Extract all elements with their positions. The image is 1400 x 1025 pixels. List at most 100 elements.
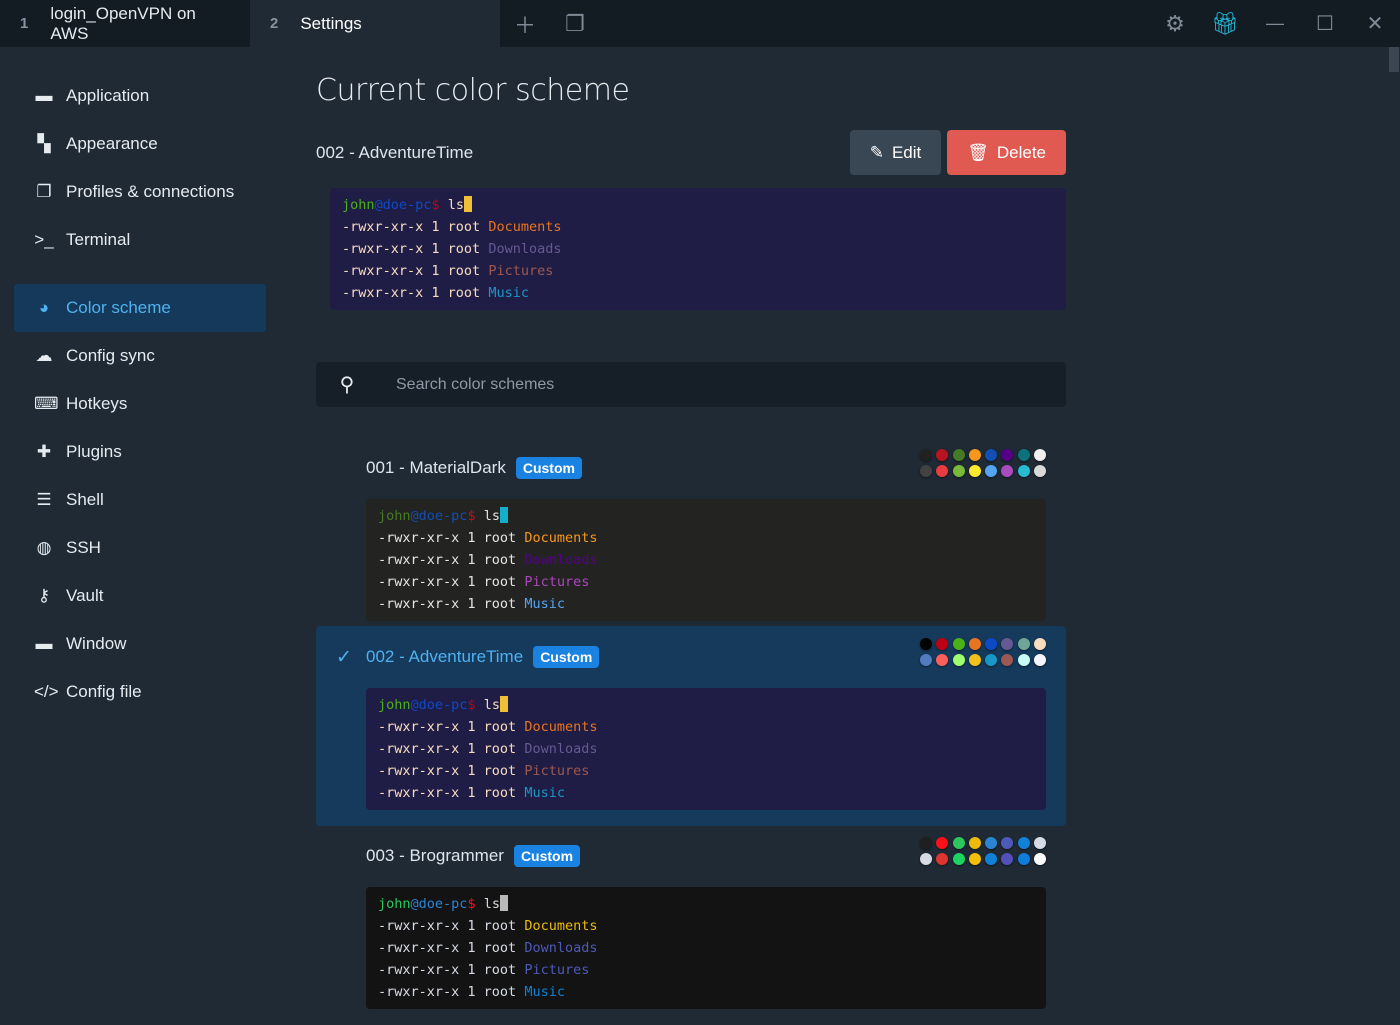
- gift-icon[interactable]: 🎁︎: [1200, 0, 1250, 47]
- sidebar-item-label: Color scheme: [66, 298, 171, 317]
- terminal-preview: john@doe-pc$ ls -rwxr-xr-x 1 root Documen…: [366, 688, 1046, 810]
- prompt-user: john: [342, 197, 375, 213]
- color-swatch: [1001, 837, 1014, 849]
- prompt-host: doe-pc: [418, 697, 468, 713]
- globe-icon: ◍: [36, 538, 52, 557]
- file-line: -rwxr-xr-x 1 root Pictures: [378, 959, 1034, 981]
- prompt-command: ls: [475, 896, 500, 912]
- color-swatch: [1017, 638, 1030, 650]
- edit-button[interactable]: ✎ Edit: [849, 130, 942, 175]
- file-name: Downloads: [524, 741, 598, 757]
- color-swatch: [952, 465, 965, 477]
- terminal-preview: john@doe-pc$ ls -rwxr-xr-x 1 root Documen…: [330, 188, 1066, 310]
- prompt-at: @: [410, 896, 419, 912]
- maximize-icon[interactable]: ☐: [1300, 0, 1350, 47]
- color-swatch: [1034, 465, 1046, 477]
- prompt-user: john: [378, 697, 411, 713]
- color-swatch: [985, 449, 998, 461]
- file-line: -rwxr-xr-x 1 root Music: [378, 981, 1034, 1003]
- file-name: Pictures: [524, 962, 590, 978]
- scrollbar[interactable]: [1389, 47, 1399, 72]
- color-swatch: [1001, 638, 1014, 650]
- sidebar-item-window[interactable]: ▬ Window: [14, 620, 266, 668]
- color-swatch: [1034, 853, 1046, 865]
- file-line: -rwxr-xr-x 1 root Downloads: [342, 238, 1054, 260]
- gear-icon[interactable]: ⚙: [1150, 0, 1200, 47]
- prompt-at: @: [410, 508, 419, 524]
- sidebar-item-color-scheme[interactable]: ◕ Color scheme: [14, 284, 266, 332]
- file-permissions: -rwxr-xr-x 1 root: [342, 219, 489, 235]
- color-scheme-item[interactable]: 003 - Brogrammer Custom john@doe-pc$ ls -rw…: [316, 825, 1066, 1025]
- color-swatch: [952, 837, 965, 849]
- sidebar-item-plugins[interactable]: ✚ Plugins: [14, 428, 266, 476]
- minimize-icon[interactable]: —: [1250, 0, 1300, 47]
- file-line: -rwxr-xr-x 1 root Pictures: [378, 760, 1034, 782]
- prompt-host: doe-pc: [382, 197, 432, 213]
- color-swatch: [968, 654, 981, 666]
- tab-label: login_OpenVPN on AWS: [50, 3, 196, 43]
- file-permissions: -rwxr-xr-x 1 root: [378, 574, 525, 590]
- search-input[interactable]: [378, 375, 1066, 394]
- file-permissions: -rwxr-xr-x 1 root: [378, 940, 525, 956]
- sidebar-item-shell[interactable]: ☰ Shell: [14, 476, 266, 524]
- color-swatch: [919, 638, 932, 650]
- file-permissions: -rwxr-xr-x 1 root: [378, 530, 525, 546]
- cursor: [463, 196, 472, 212]
- sidebar-item-label: Appearance: [66, 134, 158, 153]
- custom-badge: Custom: [515, 457, 582, 479]
- color-swatch: [1034, 638, 1046, 650]
- file-name: Documents: [488, 219, 562, 235]
- delete-button[interactable]: 🗑︎ Delete: [947, 130, 1066, 175]
- color-swatch: [936, 853, 949, 865]
- sidebar-item-label: Config file: [66, 682, 142, 701]
- keyboard-icon: ⌨: [34, 394, 59, 413]
- search-bar: ⚲: [316, 362, 1066, 407]
- palette-icon: ◕: [38, 298, 50, 317]
- prompt-at: @: [410, 697, 419, 713]
- color-swatch: [968, 837, 981, 849]
- file-name: Documents: [524, 918, 598, 934]
- sidebar-item-vault[interactable]: ⚷ Vault: [14, 572, 266, 620]
- color-swatches: [919, 638, 1046, 666]
- sidebar-item-terminal[interactable]: >_ Terminal: [14, 216, 266, 264]
- list-icon: ☰: [36, 490, 52, 509]
- sidebar-item-application[interactable]: ▬ Application: [14, 72, 266, 120]
- terminal-preview: john@doe-pc$ ls -rwxr-xr-x 1 root Documen…: [366, 887, 1046, 1009]
- color-scheme-item[interactable]: 001 - MaterialDark Custom john@doe-pc$ ls -…: [316, 437, 1066, 637]
- new-tab-icon[interactable]: ＋: [500, 0, 550, 47]
- color-swatch: [919, 853, 932, 865]
- file-line: -rwxr-xr-x 1 root Pictures: [378, 571, 1034, 593]
- file-permissions: -rwxr-xr-x 1 root: [342, 263, 489, 279]
- prompt-command: ls: [439, 197, 464, 213]
- tab-settings[interactable]: 2 Settings: [250, 0, 500, 47]
- sidebar-item-config-file[interactable]: </> Config file: [14, 668, 266, 716]
- sidebar-item-hotkeys[interactable]: ⌨ Hotkeys: [14, 380, 266, 428]
- sidebar-item-label: Hotkeys: [66, 394, 128, 413]
- sidebar-item-config-sync[interactable]: ☁ Config sync: [14, 332, 266, 380]
- prompt-command: ls: [475, 697, 500, 713]
- close-icon[interactable]: ✕: [1350, 0, 1400, 47]
- sidebar-item-appearance[interactable]: ▚ Appearance: [14, 120, 266, 168]
- color-swatch: [1001, 853, 1014, 865]
- tab-login-openvpn[interactable]: 1 login_OpenVPN on AWS: [0, 0, 250, 47]
- scheme-name: 001 - MaterialDark: [366, 458, 506, 477]
- sidebar: ▬ Application ▚ Appearance ❐ Profiles & conne…: [0, 47, 280, 992]
- color-scheme-item[interactable]: ✓ 002 - AdventureTime Custom john@doe-pc$ l…: [316, 626, 1066, 826]
- window-icon: ▬: [35, 86, 53, 105]
- profiles-icon[interactable]: ❐: [550, 0, 600, 47]
- file-name: Downloads: [488, 241, 562, 257]
- file-permissions: -rwxr-xr-x 1 root: [378, 741, 525, 757]
- color-swatch: [1017, 837, 1030, 849]
- puzzle-icon: ✚: [36, 442, 52, 461]
- color-swatch: [1017, 465, 1030, 477]
- sidebar-item-label: SSH: [66, 538, 101, 557]
- color-swatches: [919, 837, 1046, 865]
- color-swatch: [936, 837, 949, 849]
- sidebar-item-ssh[interactable]: ◍ SSH: [14, 524, 266, 572]
- color-swatch: [1034, 654, 1046, 666]
- file-name: Pictures: [524, 574, 590, 590]
- file-name: Documents: [524, 719, 598, 735]
- file-name: Music: [488, 285, 529, 301]
- sidebar-item-profiles-connections[interactable]: ❐ Profiles & connections: [14, 168, 266, 216]
- file-name: Music: [524, 785, 565, 801]
